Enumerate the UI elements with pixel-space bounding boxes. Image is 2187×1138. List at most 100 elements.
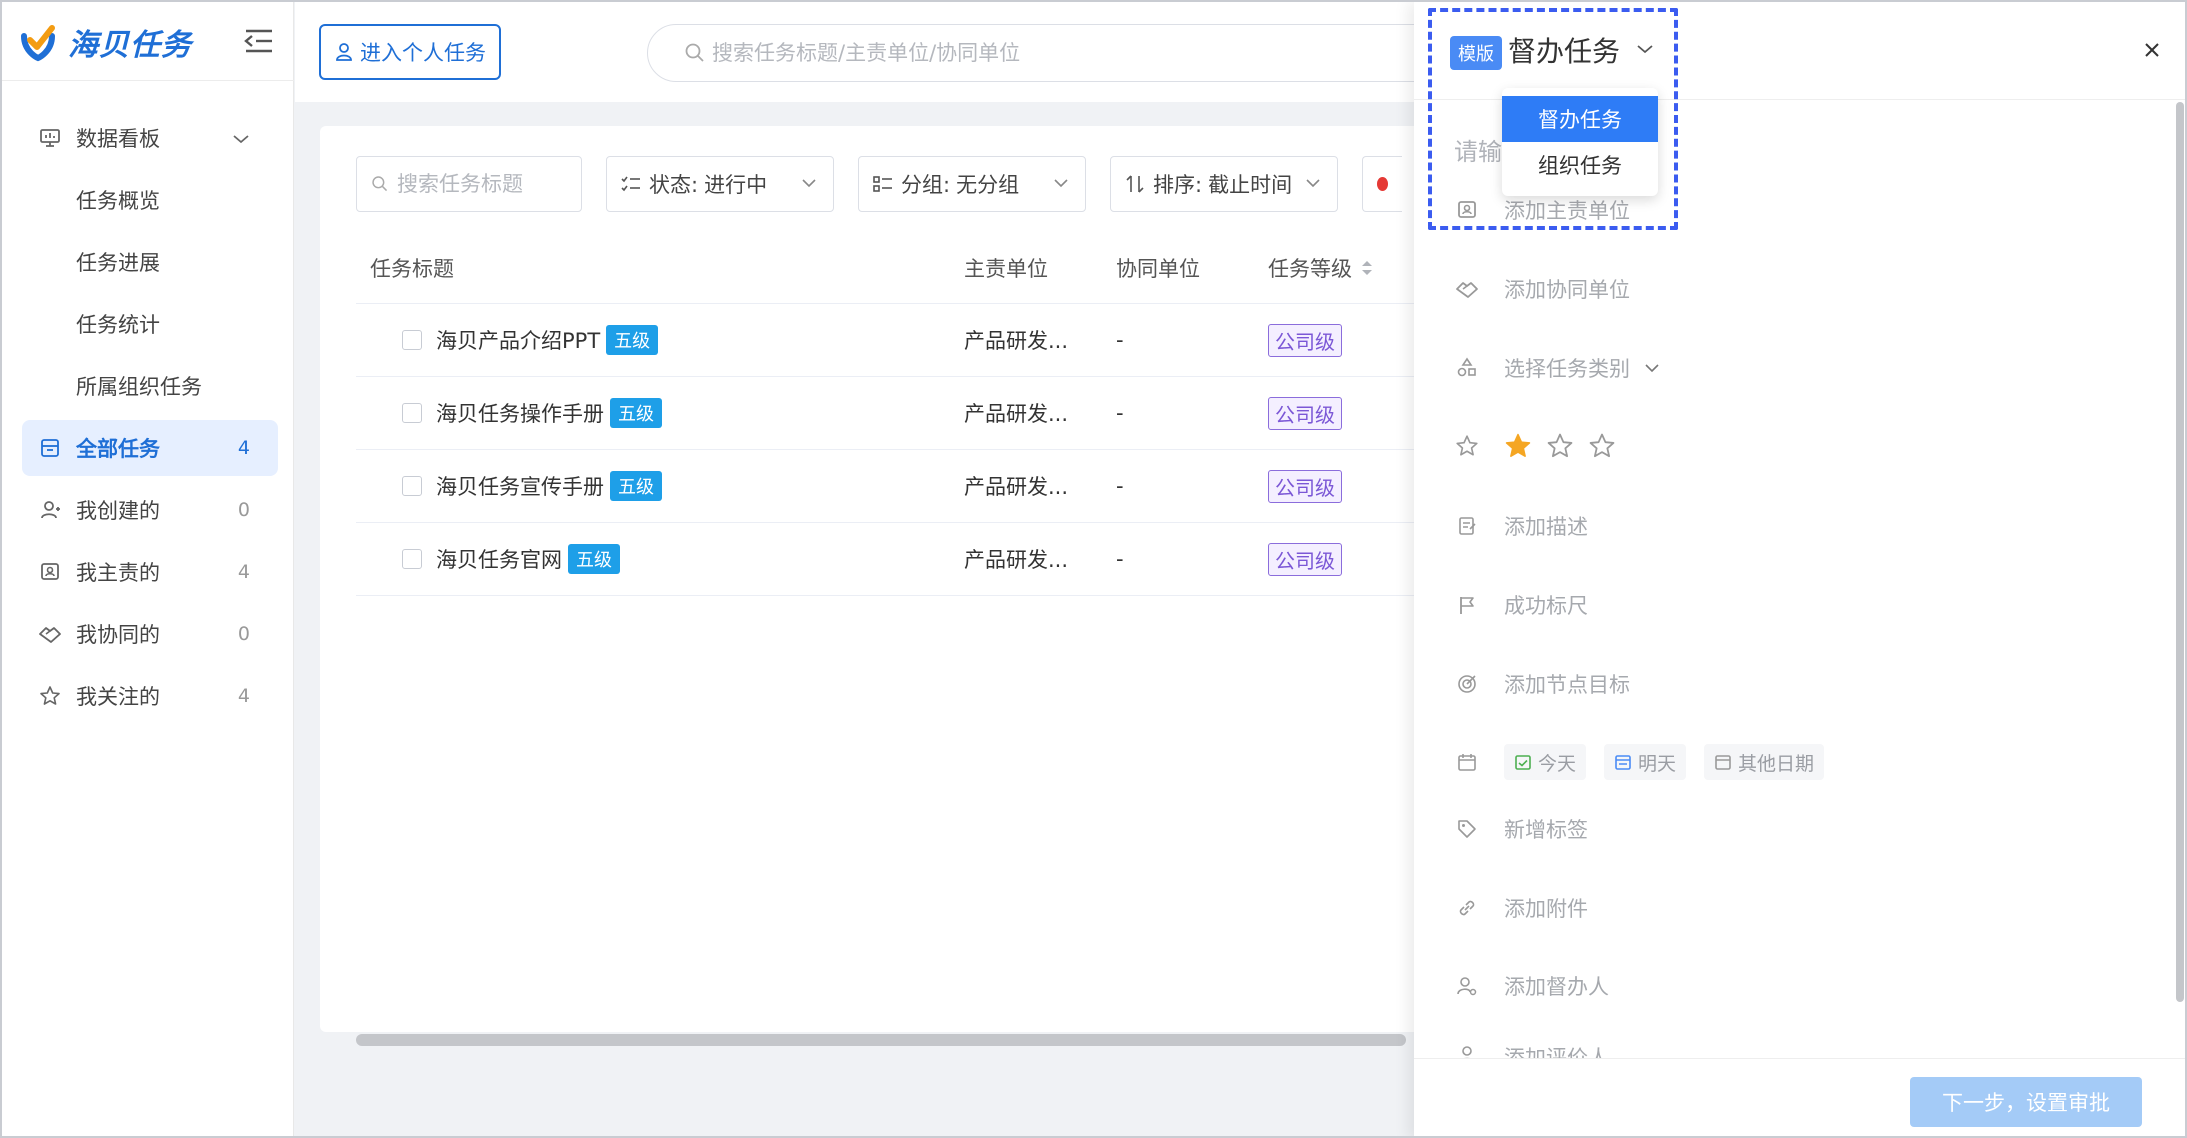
enter-personal-task-button[interactable]: 进入个人任务 [319,24,501,80]
task-title[interactable]: 海贝任务官网 [436,544,562,574]
template-select[interactable]: 督办任务 [1508,30,1620,70]
main-unit-cell: 产品研发... [964,402,1069,426]
level-tag: 五级 [606,325,659,355]
table-row[interactable]: 海贝任务官网 五级 产品研发... - 公司级 [356,523,1440,596]
add-supervisor[interactable]: 添加督办人 [1454,966,1609,1006]
row-checkbox[interactable] [402,549,422,569]
sidebar-item-dashboard[interactable]: 数据看板 [22,110,278,166]
row-checkbox[interactable] [402,403,422,423]
next-set-approval-button[interactable]: 下一步，设置审批 [1910,1077,2142,1127]
add-assist-unit[interactable]: 添加协同单位 [1454,269,1630,309]
add-supervisor-label: 添加督办人 [1504,975,1609,999]
status-filter[interactable]: 状态: 进行中 [606,156,834,212]
add-description[interactable]: 添加描述 [1454,506,1588,546]
sidebar-item-my-assisting[interactable]: 我协同的 0 [22,606,278,662]
collapse-sidebar-button[interactable] [242,26,276,56]
drawer-vertical-scrollbar[interactable] [2176,102,2184,1002]
task-title-search-input[interactable] [397,172,567,196]
dropdown-option-org-task[interactable]: 组织任务 [1502,142,1658,188]
table-row[interactable]: 海贝任务宣传手册 五级 产品研发... - 公司级 [356,450,1440,523]
sidebar-item-task-progress[interactable]: 任务进展 [22,234,278,290]
horizontal-scrollbar[interactable] [356,1034,1406,1046]
sidebar-item-count: 0 [237,499,250,521]
sidebar-item-task-overview[interactable]: 任务概览 [22,172,278,228]
user-settings-icon [1454,973,1480,999]
row-checkbox[interactable] [402,330,422,350]
sidebar-item-label: 全部任务 [76,437,160,461]
add-milestone-label: 添加节点目标 [1504,673,1630,697]
star-empty-icon[interactable] [1588,432,1616,460]
add-tag[interactable]: 新增标签 [1454,809,1588,849]
date-tomorrow-label: 明天 [1638,752,1677,775]
date-tomorrow-chip[interactable]: 明天 [1604,744,1687,780]
brand: 海贝任务 [18,20,192,64]
add-milestone[interactable]: 添加节点目标 [1454,664,1630,704]
flag-icon [1454,592,1480,618]
add-main-unit-label: 添加主责单位 [1504,199,1630,223]
select-task-category[interactable]: 选择任务类别 [1454,348,1660,388]
sidebar-item-created-by-me[interactable]: 我创建的 0 [22,482,278,538]
task-name-input[interactable]: 请输 [1454,132,1502,167]
add-attachment[interactable]: 添加附件 [1454,888,1588,928]
table-row[interactable]: 海贝产品介绍PPT 五级 产品研发... - 公司级 [356,304,1440,377]
filter-bar: 状态: 进行中 分组: 无分组 排序: 截止时间 [356,156,1426,212]
enter-personal-task-label: 进入个人任务 [360,41,486,65]
assist-unit-cell: - [1116,474,1124,498]
row-checkbox[interactable] [402,476,422,496]
sort-icon [1126,175,1144,193]
star-empty-icon[interactable] [1546,432,1574,460]
close-icon[interactable] [2142,40,2162,64]
global-search[interactable] [647,24,1447,82]
status-filter-label: 状态: [649,173,699,197]
sort-filter[interactable]: 排序: 截止时间 [1110,156,1338,212]
date-today-chip[interactable]: 今天 [1504,744,1587,780]
add-evaluator[interactable]: 添加评价人 [1454,1042,1609,1058]
level-tag: 五级 [568,544,620,574]
task-title[interactable]: 海贝任务操作手册 [436,398,604,428]
sidebar-item-count: 0 [237,623,250,645]
star-rating[interactable] [1504,432,1630,460]
add-main-unit[interactable]: 添加主责单位 [1454,190,1630,230]
handshake-icon [1454,276,1480,302]
chevron-down-icon [802,179,816,188]
dropdown-option-supervise-task[interactable]: 督办任务 [1502,96,1658,142]
sort-caret-icon[interactable] [1360,258,1374,278]
status-filter-value: 进行中 [704,173,768,197]
sidebar-item-my-responsible[interactable]: 我主责的 4 [22,544,278,600]
group-list-icon [873,176,892,192]
star-filled-icon[interactable] [1504,432,1532,460]
calendar-icon [1615,755,1631,770]
priority-filter[interactable] [1362,156,1402,212]
date-other-label: 其他日期 [1738,752,1815,775]
task-importance-rating [1454,426,1630,466]
column-header-grade[interactable]: 任务等级 [1268,253,1418,283]
sidebar-item-label: 我协同的 [76,623,160,647]
add-assist-unit-label: 添加协同单位 [1504,278,1630,302]
table-row[interactable]: 海贝任务操作手册 五级 产品研发... - 公司级 [356,377,1440,450]
group-filter-value: 无分组 [956,173,1020,197]
column-header-assist-unit: 协同单位 [1116,256,1200,281]
sidebar-item-task-statistics[interactable]: 任务统计 [22,296,278,352]
column-header-title: 任务标题 [370,256,454,281]
task-title[interactable]: 海贝任务宣传手册 [436,471,604,501]
user-add-icon [38,498,62,522]
template-badge: 模版 [1450,36,1502,70]
chevron-down-icon[interactable] [1636,40,1654,59]
sidebar-item-count: 4 [237,561,250,583]
sidebar-item-all-tasks[interactable]: 全部任务 4 [22,420,278,476]
global-search-input[interactable] [712,41,1312,65]
sidebar-item-my-following[interactable]: 我关注的 4 [22,668,278,724]
sidebar-item-label: 任务概览 [76,189,160,213]
brand-name: 海贝任务 [68,28,192,63]
sidebar-item-org-tasks[interactable]: 所属组织任务 [22,358,278,414]
add-evaluator-label: 添加评价人 [1504,1046,1609,1058]
sidebar-item-label: 我创建的 [76,499,160,523]
group-filter[interactable]: 分组: 无分组 [858,156,1086,212]
sidebar-item-count: 4 [237,437,250,459]
task-title-search[interactable] [356,156,582,212]
task-title[interactable]: 海贝产品介绍PPT [436,325,600,355]
sidebar-nav: 数据看板 任务概览 任务进展 任务统计 所属组织任务 全部任务 4 我创建的 0… [22,110,278,730]
drawer-footer: 下一步，设置审批 [1414,1058,2185,1136]
success-ruler[interactable]: 成功标尺 [1454,585,1588,625]
date-other-chip[interactable]: 其他日期 [1704,744,1825,780]
